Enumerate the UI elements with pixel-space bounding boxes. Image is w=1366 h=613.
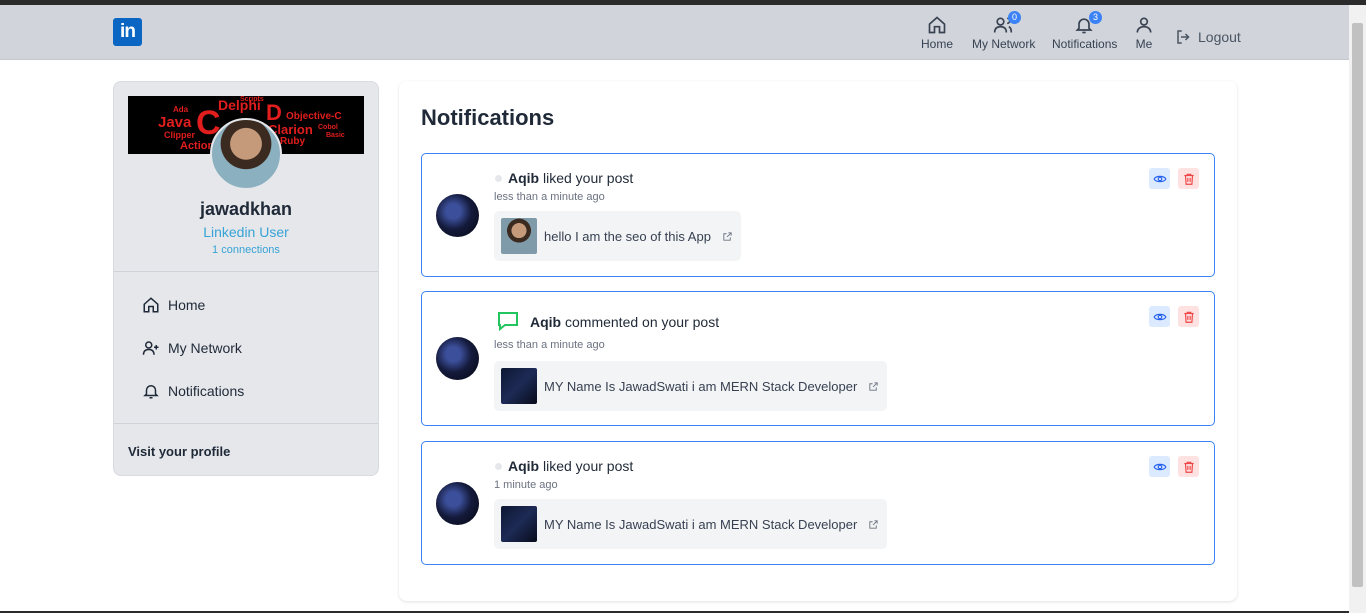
notification-text: Aqib liked your post [508, 458, 633, 474]
nav-notifications[interactable]: 3 Notifications [1052, 11, 1118, 55]
notification-time: 1 minute ago [494, 479, 558, 491]
cover-word: Clipper [164, 130, 196, 140]
cover-word: Ruby [280, 136, 305, 147]
page-title: Notifications [421, 105, 555, 130]
notifications-badge: 3 [1089, 11, 1102, 24]
cover-word: Action [180, 140, 215, 152]
nav-my-network-label: My Network [972, 37, 1036, 51]
post-preview-text: MY Name Is JawadSwati i am MERN Stack De… [544, 378, 858, 394]
sidebar-divider [114, 271, 378, 272]
post-preview[interactable]: MY Name Is JawadSwati i am MERN Stack De… [494, 499, 888, 549]
nav-me[interactable]: Me [1134, 15, 1154, 55]
user-icon [1134, 15, 1154, 35]
eye-icon [1153, 175, 1166, 182]
cover-word: Objective-C [286, 111, 342, 122]
sidebar-item-label: Home [168, 297, 206, 313]
trash-icon [1183, 173, 1194, 185]
external-link-icon[interactable] [722, 231, 733, 242]
nav-my-network[interactable]: 0 My Network [972, 11, 1036, 55]
profile-connections[interactable]: 1 connections [114, 244, 378, 256]
eye-icon [1153, 313, 1166, 320]
trash-icon [1183, 461, 1194, 473]
external-link-icon[interactable] [868, 519, 879, 530]
like-indicator-icon [495, 463, 502, 470]
post-thumbnail [501, 218, 537, 254]
notifications-panel: Notifications Aqib liked your post less … [399, 81, 1237, 601]
bell-icon [143, 385, 159, 399]
cover-word: Java [158, 114, 192, 131]
notification-card[interactable]: Aqib liked your post 1 minute ago MY Nam… [421, 441, 1215, 565]
logout-icon [1177, 30, 1190, 44]
sidebar-item-label: Notifications [168, 383, 245, 399]
avatar[interactable] [436, 337, 479, 380]
nav-home-label: Home [921, 37, 954, 51]
nav-home[interactable]: Home [921, 15, 953, 55]
delete-button[interactable] [1178, 168, 1199, 189]
notification-user[interactable]: Aqib [508, 458, 539, 474]
notification-user[interactable]: Aqib [530, 314, 561, 330]
page-scrollbar[interactable] [1349, 5, 1366, 613]
sidebar-item-home[interactable]: Home [142, 296, 205, 314]
avatar[interactable] [436, 482, 479, 525]
logout-button[interactable]: Logout [1175, 28, 1241, 46]
cover-word: Basic [326, 132, 345, 139]
post-preview[interactable]: MY Name Is JawadSwati i am MERN Stack De… [494, 361, 888, 411]
post-preview[interactable]: hello I am the seo of this App [494, 211, 741, 261]
linkedin-logo[interactable]: in [113, 18, 142, 46]
user-plus-icon [142, 341, 159, 355]
notification-user[interactable]: Aqib [508, 170, 539, 186]
home-icon [143, 297, 159, 313]
sidebar-divider [114, 423, 378, 424]
bell-icon: 3 [1074, 11, 1102, 35]
external-link-icon[interactable] [868, 381, 879, 392]
nav-me-label: Me [1135, 37, 1153, 51]
cover-word: Cobol [318, 124, 338, 131]
post-preview-text: hello I am the seo of this App [544, 228, 711, 244]
view-button[interactable] [1149, 456, 1170, 477]
view-button[interactable] [1149, 168, 1170, 189]
notification-time: less than a minute ago [494, 191, 605, 203]
notification-action: liked your post [543, 458, 634, 474]
top-navbar: in Home 0 My Network 3 Notifications Me … [0, 5, 1349, 60]
comment-icon [498, 312, 518, 332]
nav-notifications-label: Notifications [1052, 37, 1118, 51]
scrollbar-thumb[interactable] [1352, 23, 1363, 587]
cover-word: Scripts [240, 96, 264, 103]
notification-action: liked your post [543, 170, 634, 186]
profile-avatar[interactable] [210, 118, 282, 190]
profile-username: jawadkhan [199, 199, 293, 219]
notification-text: Aqib liked your post [508, 170, 633, 186]
profile-sidebar: Delphi Java C D Clarion Objective-C Ada … [113, 81, 379, 476]
home-icon [927, 15, 947, 35]
avatar[interactable] [436, 194, 479, 237]
delete-button[interactable] [1178, 456, 1199, 477]
notification-card[interactable]: Aqib liked your post less than a minute … [421, 153, 1215, 277]
visit-profile-link[interactable]: Visit your profile [128, 444, 230, 459]
sidebar-item-label: My Network [168, 340, 242, 356]
notification-card[interactable]: Aqib commented on your post less than a … [421, 291, 1215, 426]
post-preview-text: MY Name Is JawadSwati i am MERN Stack De… [544, 516, 858, 532]
logout-label: Logout [1198, 29, 1241, 45]
notification-text: Aqib commented on your post [530, 314, 719, 330]
profile-role: Linkedin User [203, 224, 289, 240]
sidebar-item-notifications[interactable]: Notifications [142, 382, 244, 400]
view-button[interactable] [1149, 306, 1170, 327]
notification-time: less than a minute ago [494, 339, 605, 351]
network-badge: 0 [1008, 11, 1021, 24]
sidebar-item-my-network[interactable]: My Network [142, 339, 242, 357]
cover-word: Ada [173, 105, 189, 114]
trash-icon [1183, 311, 1194, 323]
delete-button[interactable] [1178, 306, 1199, 327]
like-indicator-icon [495, 175, 502, 182]
post-thumbnail [501, 368, 537, 404]
network-icon: 0 [993, 11, 1021, 35]
eye-icon [1153, 463, 1166, 470]
post-thumbnail [501, 506, 537, 542]
notification-action: commented on your post [565, 314, 720, 330]
